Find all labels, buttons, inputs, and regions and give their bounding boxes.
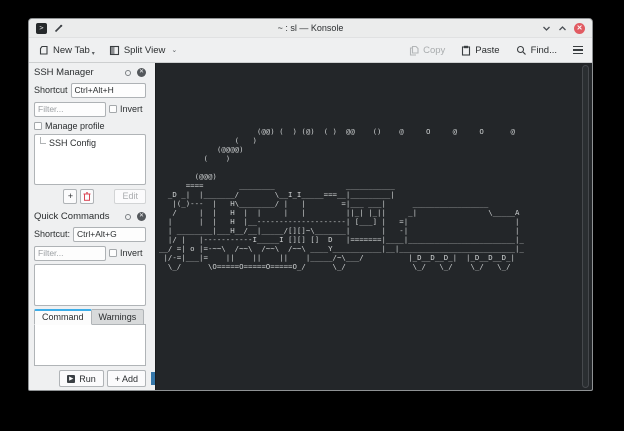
- split-view-label: Split View: [124, 45, 166, 56]
- close-panel-button[interactable]: ✕: [137, 68, 146, 77]
- tree-branch-icon: [40, 137, 46, 144]
- terminal-output-sl-train: (@@) ( ) (@) ( ) @@ () @ O @ O @ ( ) (@@…: [159, 127, 524, 271]
- run-icon: ▶: [67, 375, 75, 383]
- maximize-button[interactable]: [558, 24, 567, 33]
- search-icon: [516, 45, 527, 56]
- qc-shortcut-row: Shortcut:: [34, 226, 146, 242]
- tree-item-ssh-config[interactable]: SSH Config: [37, 138, 143, 148]
- delete-ssh-button[interactable]: [80, 189, 94, 204]
- qc-shortcut-input[interactable]: [73, 227, 146, 242]
- manage-profile-row: Manage profile: [34, 120, 146, 131]
- copy-button[interactable]: Copy: [409, 45, 445, 56]
- trash-icon: [83, 192, 91, 201]
- sidebar: SSH Manager ✕ Shortcut Invert: [29, 63, 151, 390]
- manage-profile-label: Manage profile: [45, 121, 105, 131]
- qc-filter-input[interactable]: [34, 246, 106, 261]
- ssh-shortcut-row: Shortcut: [34, 82, 146, 98]
- manage-profile-checkbox[interactable]: [34, 122, 42, 130]
- add-command-button[interactable]: + Add: [107, 370, 146, 387]
- paste-label: Paste: [475, 45, 499, 56]
- ssh-invert-label: Invert: [120, 104, 143, 114]
- scrollbar-thumb[interactable]: [582, 65, 589, 388]
- run-label: Run: [79, 374, 96, 384]
- main-area: SSH Manager ✕ Shortcut Invert: [29, 63, 592, 390]
- paste-icon: [461, 45, 471, 56]
- ssh-filter-input[interactable]: [34, 102, 106, 117]
- command-editor[interactable]: [34, 324, 146, 366]
- qc-tabs: Command Warnings: [34, 310, 146, 325]
- quick-commands-panel: Quick Commands ✕ Shortcut: Invert: [29, 207, 151, 390]
- copy-icon: [409, 45, 419, 56]
- qc-invert-label: Invert: [120, 248, 143, 258]
- edit-ssh-button[interactable]: Edit: [114, 189, 146, 204]
- hamburger-icon: [573, 46, 583, 55]
- qc-filter-row: Invert: [34, 245, 146, 261]
- paste-button[interactable]: Paste: [461, 45, 499, 56]
- quick-commands-header: Quick Commands ✕: [34, 210, 146, 223]
- ssh-config-tree[interactable]: SSH Config: [34, 134, 146, 185]
- new-tab-menu-arrow-icon: ▾: [92, 50, 95, 57]
- quick-commands-list[interactable]: [34, 264, 146, 306]
- menu-button[interactable]: [573, 46, 583, 55]
- ssh-shortcut-input[interactable]: [71, 83, 146, 98]
- add-ssh-button[interactable]: +: [63, 189, 77, 204]
- quick-commands-buttons: ▶ Run + Add: [34, 370, 146, 387]
- ssh-manager-panel: SSH Manager ✕ Shortcut Invert: [29, 63, 151, 207]
- terminal-scrollbar[interactable]: [581, 65, 590, 388]
- qc-shortcut-label: Shortcut:: [34, 229, 70, 239]
- find-label: Find...: [531, 45, 557, 56]
- float-panel-button[interactable]: [125, 70, 131, 76]
- tab-command[interactable]: Command: [34, 309, 92, 325]
- ssh-manager-title: SSH Manager: [34, 67, 125, 78]
- tab-warnings[interactable]: Warnings: [92, 309, 145, 325]
- titlebar[interactable]: > ~ : sl — Konsole ✕: [29, 19, 592, 38]
- float-panel-button[interactable]: [125, 214, 131, 220]
- ssh-manager-header: SSH Manager ✕: [34, 66, 146, 79]
- ssh-manager-buttons: + Edit: [34, 188, 146, 204]
- new-tab-icon: [38, 45, 49, 56]
- split-view-icon: [109, 45, 120, 56]
- split-view-caret-icon: ⌄: [171, 46, 177, 54]
- run-button[interactable]: ▶ Run: [59, 370, 104, 387]
- quick-commands-title: Quick Commands: [34, 211, 125, 222]
- tree-item-label: SSH Config: [49, 138, 96, 148]
- konsole-window: > ~ : sl — Konsole ✕ N: [28, 18, 593, 391]
- split-view-button[interactable]: Split View ⌄: [109, 45, 177, 56]
- window-controls: ✕: [542, 23, 585, 34]
- desktop: > ~ : sl — Konsole ✕ N: [0, 0, 624, 431]
- minimize-button[interactable]: [542, 24, 551, 33]
- new-tab-label: New Tab: [53, 45, 90, 56]
- close-panel-button[interactable]: ✕: [137, 212, 146, 221]
- ssh-shortcut-label: Shortcut: [34, 85, 68, 95]
- ssh-filter-row: Invert: [34, 101, 146, 117]
- copy-label: Copy: [423, 45, 445, 56]
- new-tab-button[interactable]: New Tab ▾: [38, 45, 95, 56]
- ssh-invert-checkbox[interactable]: [109, 105, 117, 113]
- window-title: ~ : sl — Konsole: [29, 23, 592, 33]
- qc-invert-checkbox[interactable]: [109, 249, 117, 257]
- toolbar: New Tab ▾ Split View ⌄ Copy: [29, 38, 592, 63]
- terminal-view[interactable]: (@@) ( ) (@) ( ) @@ () @ O @ O @ ( ) (@@…: [155, 63, 592, 390]
- find-button[interactable]: Find...: [516, 45, 557, 56]
- close-button[interactable]: ✕: [574, 23, 585, 34]
